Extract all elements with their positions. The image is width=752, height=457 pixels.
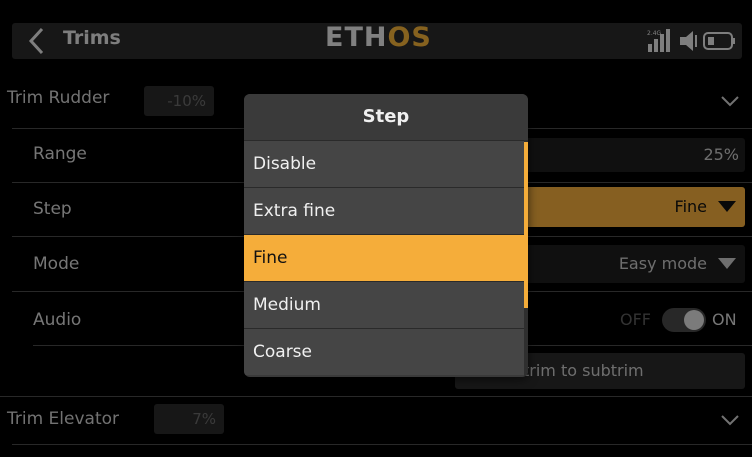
option-extra-fine[interactable]: Extra fine bbox=[244, 187, 528, 234]
option-fine[interactable]: Fine bbox=[244, 234, 528, 281]
option-coarse[interactable]: Coarse bbox=[244, 328, 528, 375]
scrollbar-track[interactable] bbox=[524, 140, 528, 377]
scrollbar-thumb[interactable] bbox=[524, 142, 528, 308]
popup-title: Step bbox=[244, 94, 528, 140]
step-select-popup: Step Disable Extra fine Fine Medium Coar… bbox=[244, 94, 528, 377]
option-medium[interactable]: Medium bbox=[244, 281, 528, 328]
option-disable[interactable]: Disable bbox=[244, 140, 528, 187]
